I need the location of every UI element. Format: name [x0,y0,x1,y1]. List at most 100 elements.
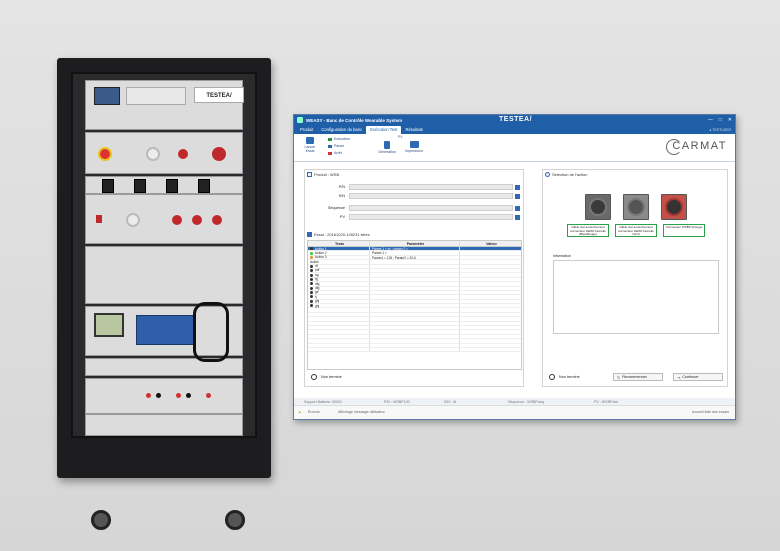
print-button[interactable]: Impression [402,141,426,153]
cell-test: cdf [308,268,370,273]
plug-3 [166,179,178,193]
tab-execution-test[interactable]: Exécution Test [366,126,402,134]
action-gear-icon [545,172,550,177]
cell-value [460,291,521,294]
essai-title: Essai : 20161020-145231.btres [314,232,370,237]
warning-icon: ▲ [298,410,302,414]
product-checkbox-icon [307,172,312,177]
cell-param [370,282,460,286]
stop-button[interactable]: Arrêt [328,151,342,155]
essai-status-label: Non terminé [321,375,342,379]
status-dot-icon [310,295,313,299]
plug-1 [102,179,114,193]
continue-button[interactable]: ⇥ Continuer [673,373,723,381]
status-dot-icon [310,251,313,255]
connector-face [589,198,607,216]
continue-label: Continuer [682,375,699,379]
sn-label: S/N [338,194,345,198]
connector-face [665,198,683,216]
sn-input[interactable] [349,193,513,199]
cell-test: df [308,264,370,268]
status-dot-icon [310,277,313,281]
cell-test: ge [308,290,370,294]
empty-row [308,347,521,353]
status-support: Support Batterie: 00001 [304,399,342,404]
information-textarea[interactable] [553,260,719,334]
terminal-red-2 [176,393,181,398]
status-pn: P/N : WSBP100 [384,399,410,404]
sn-browse-icon[interactable] [515,193,520,199]
main-switch-knob [98,147,112,161]
status-dot-icon [310,299,313,303]
connector-photo-lemo-green[interactable] [623,194,649,220]
action-heading: Sélection de l'action [545,172,587,177]
tab-configuration[interactable]: Configuration du banc [317,126,366,134]
restart-button[interactable]: ↻ Recommencer [613,373,663,381]
generation-button[interactable]: Génération [376,141,398,154]
close-button[interactable]: ✕ [728,117,732,123]
tab-resultats[interactable]: Résultats [401,126,426,134]
tab-produit[interactable]: Produit [296,126,317,134]
action-status: Non terminé [549,374,580,380]
sequence-browse-icon[interactable] [515,205,520,211]
cell-param [370,304,460,308]
launch-test-button[interactable]: Lancer Essai [302,137,318,153]
cell-param: Param 1 = xx ; param 2 = [370,247,460,251]
status-seq: Séquence : WSBP.seq [508,399,545,404]
cell-test-name: ghj [315,303,320,308]
power-supply-buttons [126,87,186,105]
stop-label: Arrêt [334,151,342,155]
title-bar: WEASY - Banc de Contrôle Wearable System… [294,115,735,125]
pn-input[interactable] [349,184,513,190]
document-icon [384,141,390,149]
product-heading: Produit : WSB [307,172,339,177]
pn-browse-icon[interactable] [515,184,520,190]
pv-input[interactable] [349,214,513,220]
connector-photo-lemo-blue-red[interactable] [585,194,611,220]
rack-cable [193,302,229,362]
cell-test: Action 3 [308,255,370,259]
cell-param [370,299,460,304]
cell-param [370,260,460,264]
sequence-label: Séquence [327,206,345,210]
status-dot-icon [310,269,313,273]
cell-value [460,251,521,254]
message-text: Affichage message utilisateur [338,410,385,414]
grid-body: Action 1 Param 1 = xx ; param 2 = Action 2… [308,247,521,353]
connector-photo-wsbp-red[interactable] [661,194,687,220]
message-right[interactable]: Accueil liste des essais [692,410,729,414]
cell-param [370,295,460,299]
plug-4 [198,179,210,193]
cell-test: fg [308,277,370,281]
status-sn: S/N : df [444,399,456,404]
cell-param: Param1 = 125 ; Param2 = 20.6 [370,255,460,260]
cell-param [370,264,460,268]
rack-panel-terminals [85,176,243,194]
action-status-label: Non terminé [559,375,580,379]
cell-test: Action [308,260,370,264]
cell-test: ng [308,273,370,277]
terminal-black-2 [186,393,191,398]
pv-field: PV [327,214,520,220]
carmat-logo: CARMAT [666,139,727,155]
action-title: Sélection de l'action [552,172,588,177]
cell-value [460,300,521,303]
minimize-button[interactable]: — [708,117,713,123]
product-title: Produit : WSB [314,172,340,177]
window-controls: — □ ✕ [708,117,732,123]
status-dot-icon [310,304,313,308]
cell-test: fj [308,295,370,299]
execute-button[interactable]: Exécution [328,137,350,141]
launch-icon [306,137,314,144]
sequence-input[interactable] [349,205,513,211]
app-window: WEASY - Banc de Contrôle Wearable System… [293,114,736,420]
cell-test: Action 1 [308,247,370,251]
generation-label: Génération [378,150,396,154]
pause-button[interactable]: Pause [328,144,344,148]
maximize-button[interactable]: □ [719,117,722,123]
pause-label: Pause [334,144,345,148]
titlebar-logo: TESTEA/ [499,116,533,123]
window-title: WEASY - Banc de Contrôle Wearable System [306,117,403,123]
pv-browse-icon[interactable] [515,214,520,220]
cell-test: dfg [308,282,370,286]
